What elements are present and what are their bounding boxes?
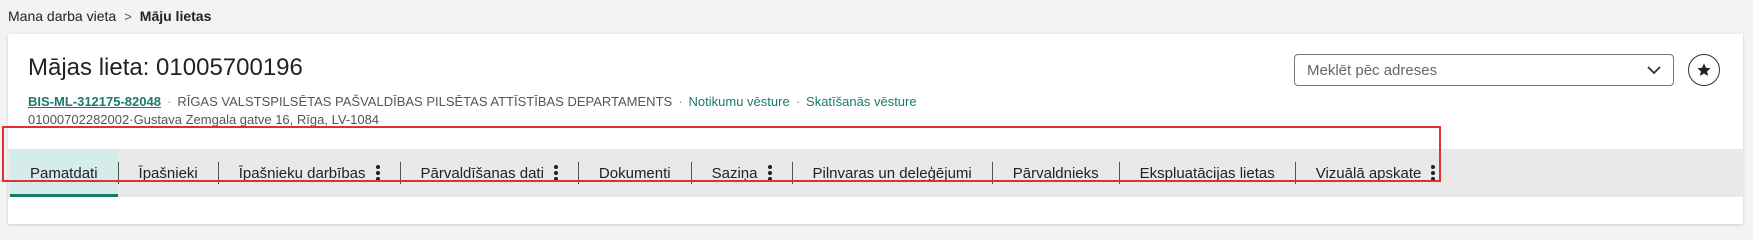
tab-ipasnieku-darbibas[interactable]: Īpašnieku darbības (219, 149, 400, 197)
favorite-button[interactable] (1688, 54, 1720, 86)
tab-bar: Pamatdati Īpašnieki Īpašnieku darbības Pārv… (8, 149, 1743, 197)
tab-ekspluatacijas-lietas[interactable]: Ekspluatācijas lietas (1120, 149, 1295, 197)
separator-dot: · (678, 94, 683, 109)
breadcrumb-home-link[interactable]: Mana darba vieta (8, 8, 116, 24)
tab-parvaldisanas-dati[interactable]: Pārvaldīšanas dati (401, 149, 578, 197)
house-address: Gustava Zemgala gatve 16, Rīga, LV-1084 (133, 112, 380, 127)
tab-label: Īpašnieki (138, 164, 198, 182)
house-address-line: 01000702282002·Gustava Zemgala gatve 16,… (28, 112, 379, 127)
tab-label: Pamatdati (30, 164, 98, 182)
tab-sazina[interactable]: Saziņa (692, 149, 792, 197)
more-vertical-icon[interactable] (375, 165, 380, 181)
house-file-meta: BIS-ML-312175-82048 · RĪGAS VALSTSPILSĒTAS… (28, 94, 917, 109)
tab-label: Pilnvaras un deleģējumi (812, 164, 972, 182)
bis-code-link[interactable]: BIS-ML-312175-82048 (28, 94, 161, 109)
more-vertical-icon[interactable] (767, 165, 772, 181)
search-placeholder: Meklēt pēc adreses (1307, 61, 1438, 79)
more-vertical-icon[interactable] (1431, 165, 1436, 181)
star-icon (1697, 63, 1711, 76)
page-title: Mājas lieta: 01005700196 (28, 54, 303, 81)
breadcrumb-current: Māju lietas (139, 8, 212, 24)
separator-dot: · (166, 94, 172, 109)
address-search-select[interactable]: Meklēt pēc adreses (1294, 54, 1674, 86)
tab-label: Vizuālā apskate (1315, 164, 1422, 182)
view-history-link[interactable]: Skatīšanās vēsture (806, 94, 917, 109)
chevron-down-icon (1647, 66, 1661, 75)
cadastre-number: 01000702282002 (28, 112, 130, 127)
tab-pilnvaras-un-delegejumi[interactable]: Pilnvaras un deleģējumi (793, 149, 992, 197)
tab-list: Pamatdati Īpašnieki Īpašnieku darbības Pārv… (10, 149, 1455, 197)
tab-label: Saziņa (711, 164, 758, 182)
breadcrumb: Mana darba vieta > Māju lietas (8, 8, 211, 24)
tab-label: Pārvaldīšanas dati (420, 164, 544, 182)
tab-label: Ekspluatācijas lietas (1139, 164, 1275, 182)
event-history-link[interactable]: Notikumu vēsture (689, 94, 790, 109)
tab-label: Dokumenti (598, 164, 671, 182)
department-name: RĪGAS VALSTSPILSĒTAS PAŠVALDĪBAS PILSĒTA… (177, 94, 673, 109)
tab-ipasnieki[interactable]: Īpašnieki (119, 149, 218, 197)
tab-pamatdati[interactable]: Pamatdati (10, 149, 118, 197)
tab-dokumenti[interactable]: Dokumenti (579, 149, 691, 197)
tab-vizuala-apskate[interactable]: Vizuālā apskate (1296, 149, 1456, 197)
house-file-card: Mājas lieta: 01005700196 BIS-ML-312175-8… (8, 34, 1743, 224)
tab-label: Pārvaldnieks (1012, 164, 1099, 182)
separator-dot: · (795, 94, 801, 109)
chevron-right-icon: > (124, 8, 132, 24)
tab-parvaldnieks[interactable]: Pārvaldnieks (993, 149, 1119, 197)
more-vertical-icon[interactable] (553, 165, 558, 181)
tab-label: Īpašnieku darbības (238, 164, 366, 182)
